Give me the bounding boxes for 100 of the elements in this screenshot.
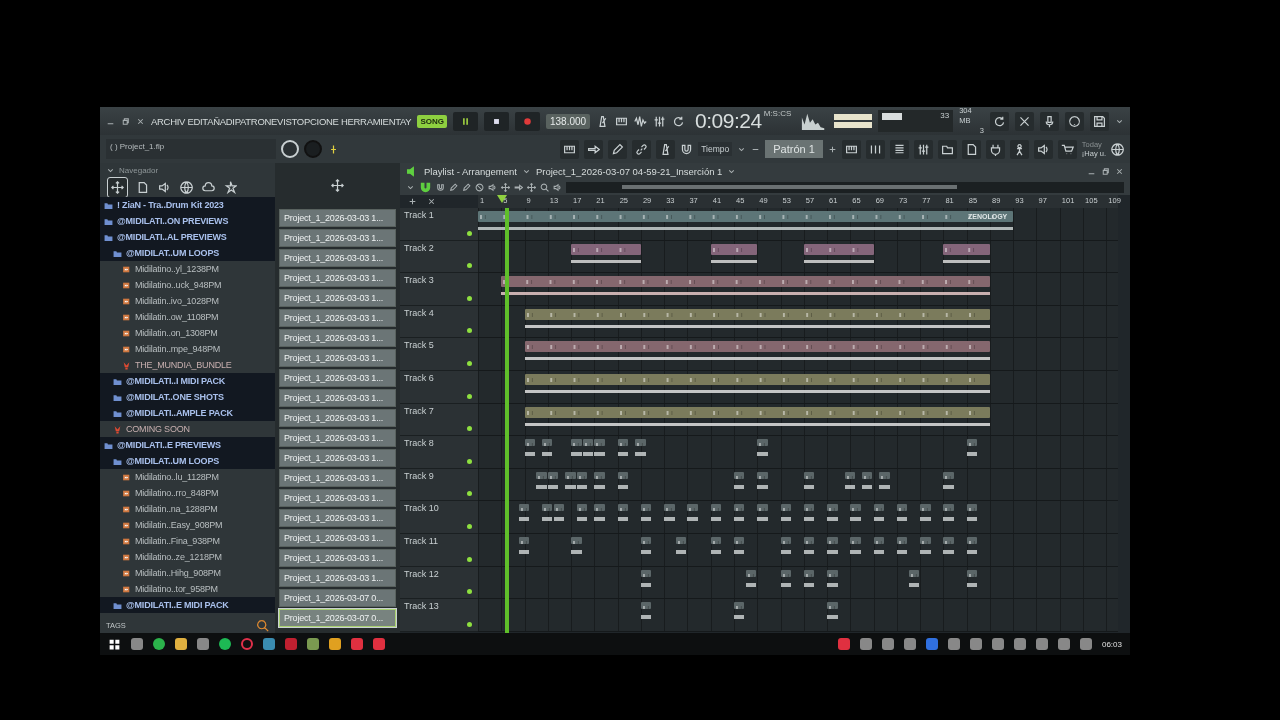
playlist-clip[interactable] [617, 504, 629, 512]
playlist-clip[interactable] [524, 373, 990, 385]
playlist-clip[interactable] [710, 504, 722, 512]
playlist-clip[interactable] [803, 471, 815, 479]
browser-item[interactable]: @MIDILATI..E MIDI PACK [100, 597, 275, 613]
clip-list-item[interactable]: Project_1_2026-03-03 1... [279, 329, 396, 347]
playlist-clip[interactable] [687, 504, 698, 512]
playlist-clip[interactable] [635, 439, 646, 447]
playlist-clip[interactable] [518, 536, 530, 544]
document-icon[interactable] [961, 139, 981, 159]
bars-icon[interactable] [865, 139, 885, 159]
piano-keys-icon[interactable] [560, 139, 580, 159]
clip-list-item[interactable]: Project_1_2026-03-03 1... [279, 209, 396, 227]
track-enable-dot[interactable] [467, 393, 472, 399]
track-enable-dot[interactable] [467, 589, 472, 595]
playlist-clip[interactable] [710, 243, 758, 255]
playlist-clip[interactable] [594, 439, 605, 447]
move-icon[interactable] [501, 183, 510, 192]
browser-item[interactable]: Midilatin..Easy_908PM [100, 517, 275, 533]
browser-item[interactable]: Midilatin..na_1288PM [100, 501, 275, 517]
clip-list-item[interactable]: Project_1_2026-03-07 0... [279, 609, 396, 627]
pause-button[interactable] [452, 111, 478, 131]
browser-item[interactable]: @MIDILATI..E PREVIEWS [100, 437, 275, 453]
track-enable-dot[interactable] [467, 556, 472, 562]
playlist-clip[interactable] [664, 504, 675, 512]
clip-list-item[interactable]: Project_1_2026-03-03 1... [279, 389, 396, 407]
playlist-clip[interactable] [966, 504, 978, 512]
playlist-clip[interactable] [803, 243, 874, 255]
playlist-clip[interactable] [757, 471, 768, 479]
track-enable-dot[interactable] [467, 491, 472, 497]
playlist-clip[interactable] [966, 536, 978, 544]
track-enable-dot[interactable] [467, 230, 472, 236]
browser-item[interactable]: Midilatino..ze_1218PM [100, 549, 275, 565]
browser-item[interactable]: Midilatin..mpe_948PM [100, 341, 275, 357]
playlist-clip[interactable] [571, 439, 582, 447]
browser-item[interactable]: Midilatin..ow_1108PM [100, 309, 275, 325]
playlist-clip[interactable] [745, 569, 757, 577]
waveform-icon[interactable] [634, 114, 648, 128]
playlist-clip[interactable] [780, 536, 791, 544]
close-icon[interactable] [1115, 167, 1124, 176]
playlist-clip[interactable] [640, 569, 652, 577]
playlist-clip[interactable] [524, 439, 535, 447]
browser-item[interactable]: Midilatin..Hihg_908PM [100, 565, 275, 581]
close-icon[interactable] [136, 116, 145, 126]
playlist-clip[interactable] [536, 471, 547, 479]
arrow-icon[interactable] [514, 183, 523, 192]
playlist-clip[interactable] [879, 471, 890, 479]
plus-icon[interactable] [827, 144, 837, 154]
browser-item[interactable]: @MIDILATI..AMPLE PACK [100, 405, 275, 421]
track-name[interactable]: Track 8 [404, 438, 434, 449]
tempo-field[interactable]: 138.000 [545, 113, 591, 129]
metronome-icon[interactable] [656, 139, 676, 159]
track-name[interactable]: Track 2 [404, 242, 434, 253]
browser-item[interactable]: ! ZiaN - Tra..Drum Kit 2023 [100, 197, 275, 213]
cross-icon[interactable] [1015, 111, 1034, 131]
clip-list-item[interactable]: Project_1_2026-03-03 1... [279, 369, 396, 387]
pattern-selector[interactable]: Patrón 1 [765, 140, 823, 158]
playlist-clip[interactable] [943, 504, 954, 512]
playlist-clip[interactable] [640, 536, 652, 544]
caret-icon[interactable] [406, 183, 415, 192]
track-enable-dot[interactable] [467, 523, 472, 529]
playlist-clip[interactable] [850, 504, 861, 512]
playlist-clip[interactable] [617, 439, 629, 447]
playlist-clip[interactable] [803, 504, 815, 512]
playlist-clip[interactable] [827, 602, 838, 610]
browser-item[interactable]: THE_MUNDIA_BUNDLE [100, 357, 275, 373]
restore-icon[interactable] [121, 116, 130, 126]
close-icon[interactable] [427, 197, 436, 206]
browser-item[interactable]: Midilatino..rro_848PM [100, 485, 275, 501]
record-button[interactable] [514, 111, 540, 131]
playlist-clip[interactable] [803, 536, 815, 544]
clip-list-item[interactable]: Project_1_2026-03-03 1... [279, 529, 396, 547]
track-enable-dot[interactable] [467, 426, 472, 432]
playlist-clip[interactable] [966, 439, 978, 447]
browser-item[interactable]: Midilatino..lu_1128PM [100, 469, 275, 485]
track-name[interactable]: Track 11 [404, 535, 438, 546]
no-entry-icon[interactable] [475, 183, 484, 192]
playlist-clip[interactable] [803, 569, 815, 577]
track-name[interactable]: Track 3 [404, 275, 434, 286]
playlist-clip[interactable] [553, 504, 565, 512]
track-enable-dot[interactable] [467, 360, 472, 366]
clip-list-item[interactable]: Project_1_2026-03-03 1... [279, 289, 396, 307]
playlist-clip[interactable] [920, 504, 931, 512]
search-icon[interactable] [540, 183, 549, 192]
browser-item[interactable]: Midilatin..on_1308PM [100, 325, 275, 341]
browser-item[interactable]: Midilatin..Fina_938PM [100, 533, 275, 549]
song-mode-toggle[interactable]: SONG [417, 114, 447, 128]
playlist-clip[interactable] [675, 536, 687, 544]
document-icon[interactable] [136, 180, 149, 194]
playlist-clip[interactable] [827, 504, 838, 512]
clip-list-item[interactable]: Project_1_2026-03-03 1... [279, 469, 396, 487]
mixer-icon[interactable] [913, 139, 933, 159]
playlist-clip[interactable] [850, 536, 861, 544]
star-icon[interactable] [224, 180, 237, 194]
playlist-clip[interactable] [757, 504, 768, 512]
playlist-clip[interactable] [943, 243, 990, 255]
browser-item[interactable]: Midilatino..tor_958PM [100, 581, 275, 597]
cart-icon[interactable] [1057, 139, 1077, 159]
playlist-clip[interactable] [896, 536, 908, 544]
clip-list-item[interactable]: Project_1_2026-03-03 1... [279, 229, 396, 247]
